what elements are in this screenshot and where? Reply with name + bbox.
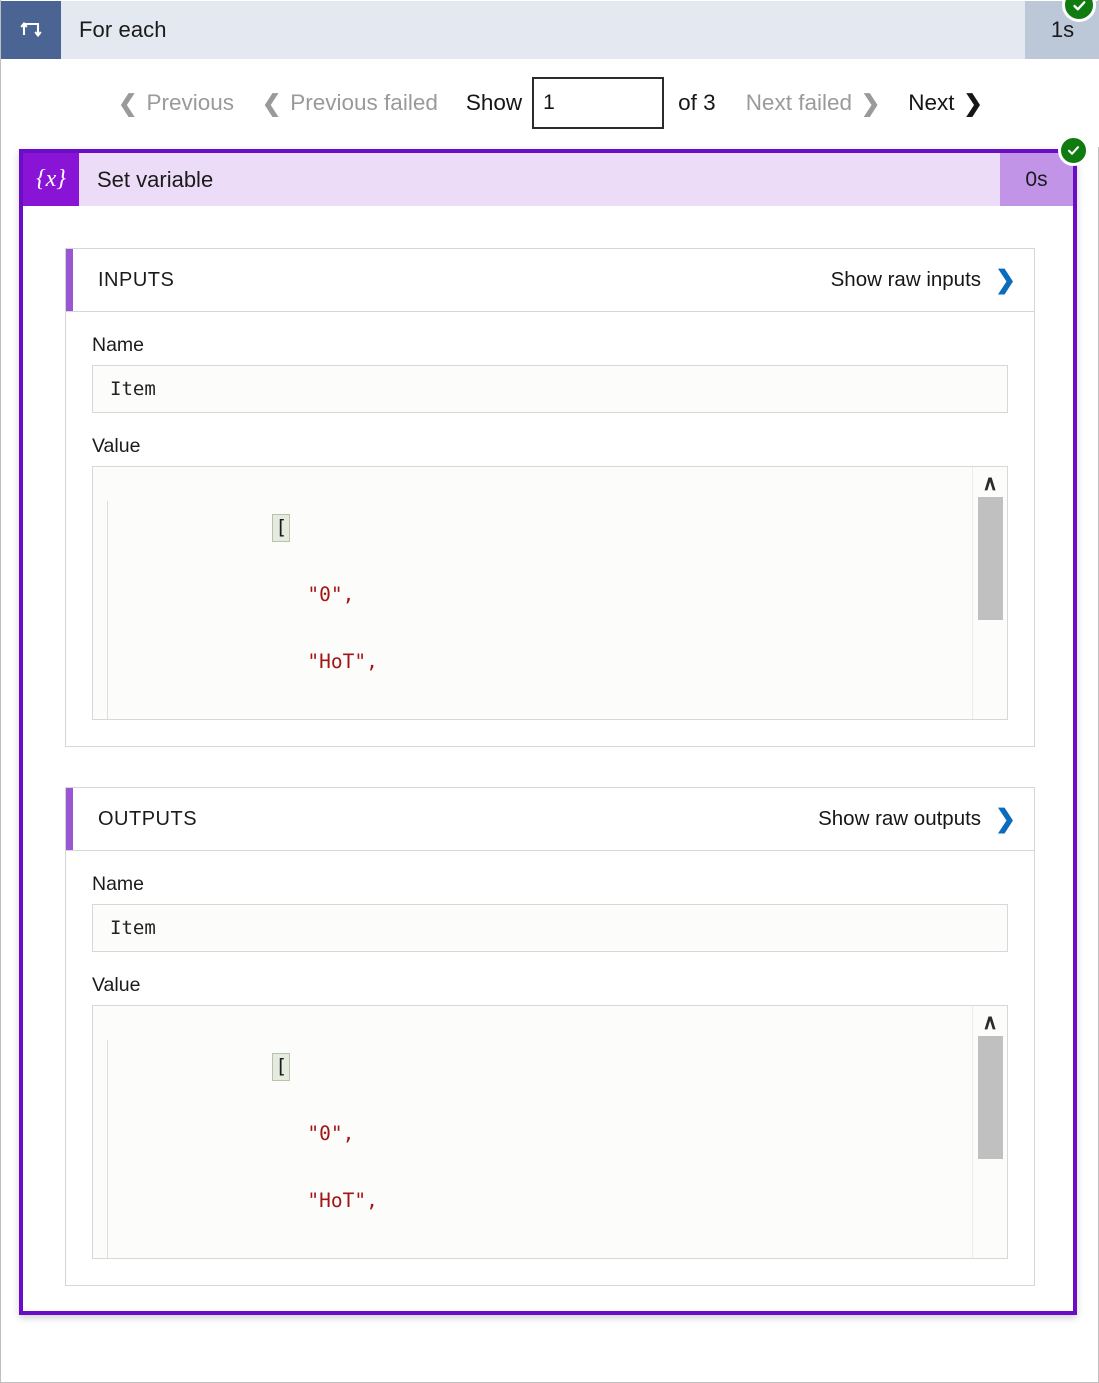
outputs-panel: OUTPUTS Show raw outputs ❯ Name Item Val… <box>65 787 1035 1286</box>
json-open-bracket: [ <box>272 513 291 542</box>
show-page-input[interactable] <box>532 77 665 129</box>
json-line: "HoT", <box>307 649 378 673</box>
chevron-right-icon: ❯ <box>963 89 983 116</box>
show-raw-inputs-label: Show raw inputs <box>830 268 982 291</box>
json-line: "Hot", <box>307 717 377 720</box>
scroll-up-icon[interactable]: ∧ <box>982 473 997 494</box>
json-line: "HoT", <box>307 1188 378 1212</box>
scope-header-for-each[interactable]: For each 1s <box>1 0 1099 59</box>
outputs-panel-header: OUTPUTS Show raw outputs ❯ <box>66 788 1034 851</box>
loop-repeat-icon <box>1 1 61 59</box>
chevron-left-icon: ❮ <box>261 89 282 116</box>
outputs-name-value: Item <box>92 904 1008 952</box>
chevron-right-icon: ❯ <box>861 89 881 116</box>
previous-failed-button-label: Previous failed <box>290 90 438 115</box>
outputs-value-viewer[interactable]: [ "0", "HoT", "Hot", "No_Email@no-email.… <box>92 1005 1008 1259</box>
outputs-accent-bar <box>66 788 73 850</box>
outputs-content: Name Item Value [ "0", "HoT", "Hot", "No… <box>66 851 1034 1285</box>
inputs-section-title: INPUTS <box>98 268 175 291</box>
json-line: "0", <box>307 1121 355 1145</box>
action-title: Set variable <box>97 166 214 192</box>
scrollbar-thumb[interactable] <box>978 1036 1003 1159</box>
action-body: INPUTS Show raw inputs ❯ Name Item Value… <box>23 206 1073 1326</box>
inputs-panel-header: INPUTS Show raw inputs ❯ <box>66 249 1034 312</box>
next-button[interactable]: Next ❯ <box>894 90 997 116</box>
chevron-left-icon: ❮ <box>118 89 138 116</box>
page-total-label: of 3 <box>678 90 716 115</box>
show-raw-outputs-label: Show raw outputs <box>818 807 982 830</box>
action-card-set-variable[interactable]: {x} Set variable 0s INPUTS Show raw inpu… <box>19 135 1089 1315</box>
outputs-section-title: OUTPUTS <box>98 807 198 830</box>
scrollbar-thumb[interactable] <box>978 497 1003 620</box>
action-header[interactable]: {x} Set variable 0s <box>23 135 1089 206</box>
inputs-accent-bar <box>66 249 73 311</box>
page-frame: For each 1s ❮ Previous ❮ Previous failed… <box>0 0 1099 1383</box>
action-status-badge <box>1058 135 1089 166</box>
inputs-name-label: Name <box>92 334 145 356</box>
outputs-json-code: [ "0", "HoT", "Hot", "No_Email@no-email.… <box>93 1006 589 1259</box>
previous-failed-button[interactable]: ❮ Previous failed <box>248 90 452 116</box>
iteration-pager: ❮ Previous ❮ Previous failed Show of 3 N… <box>1 59 1099 147</box>
inputs-value-label: Value <box>92 435 141 457</box>
show-raw-outputs-link[interactable]: Show raw outputs ❯ <box>818 804 1016 833</box>
previous-button[interactable]: ❮ Previous <box>104 90 248 116</box>
inputs-value-scrollbar[interactable]: ∧ ∨ <box>972 467 1007 719</box>
json-line: "0", <box>307 582 355 606</box>
next-button-label: Next <box>908 90 955 115</box>
outputs-name-label: Name <box>92 873 145 895</box>
next-failed-button[interactable]: Next failed ❯ <box>732 90 895 116</box>
scroll-up-icon[interactable]: ∧ <box>982 1012 997 1033</box>
chevron-right-icon: ❯ <box>995 804 1016 833</box>
inputs-content: Name Item Value [ "0", "HoT", "Hot", "No… <box>66 312 1034 746</box>
inputs-json-code: [ "0", "HoT", "Hot", "No_Email@no-email.… <box>93 467 589 720</box>
chevron-right-icon: ❯ <box>995 265 1016 294</box>
previous-button-label: Previous <box>146 90 234 115</box>
scope-title: For each <box>79 17 167 42</box>
json-line: "Hot", <box>307 1256 377 1259</box>
show-label: Show <box>465 90 523 115</box>
show-raw-inputs-link[interactable]: Show raw inputs ❯ <box>830 265 1016 294</box>
outputs-value-label: Value <box>92 974 141 996</box>
next-failed-button-label: Next failed <box>745 90 852 115</box>
json-open-bracket: [ <box>272 1052 291 1081</box>
inputs-name-value: Item <box>92 365 1008 413</box>
inputs-panel: INPUTS Show raw inputs ❯ Name Item Value… <box>65 248 1035 747</box>
outputs-value-scrollbar[interactable]: ∧ ∨ <box>972 1006 1007 1258</box>
set-variable-icon: {x} <box>23 153 79 206</box>
inputs-value-viewer[interactable]: [ "0", "HoT", "Hot", "No_Email@no-email.… <box>92 466 1008 720</box>
